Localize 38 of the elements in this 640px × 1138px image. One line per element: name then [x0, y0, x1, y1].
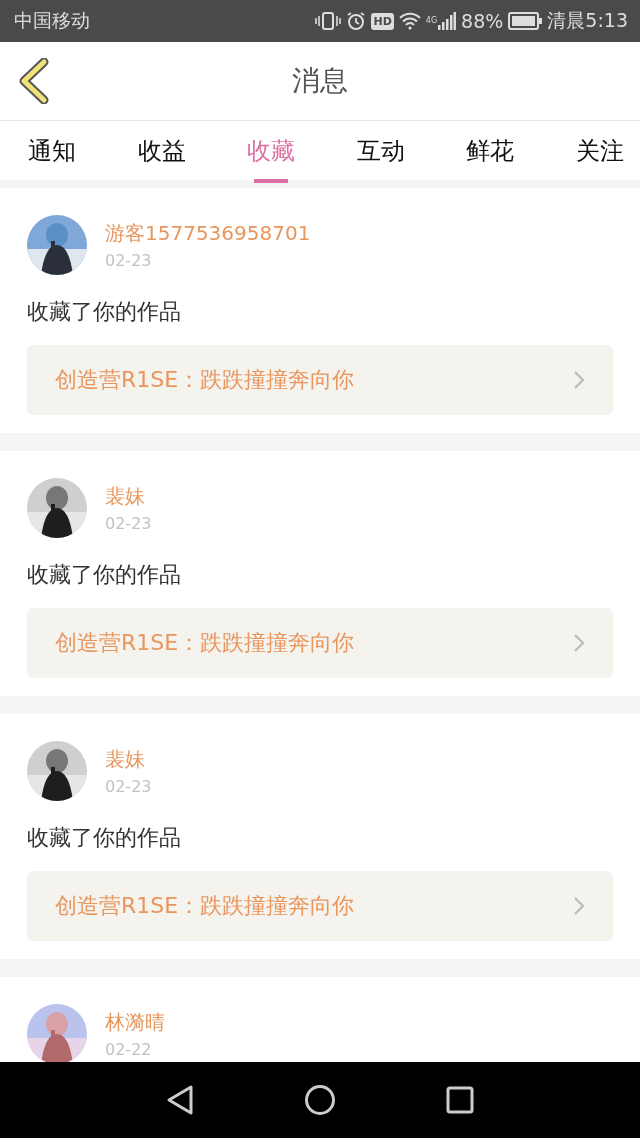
alarm-icon: [346, 11, 367, 31]
battery-icon: [508, 12, 543, 30]
message-text: 收藏了你的作品: [27, 561, 182, 589]
battery-percent: 88%: [461, 10, 504, 32]
tab[interactable]: 收益: [133, 124, 190, 183]
chevron-icon: [573, 633, 585, 653]
tab[interactable]: 收藏: [243, 124, 300, 183]
tab[interactable]: 通知: [24, 124, 80, 183]
clock-time: 清晨5:13: [547, 8, 628, 33]
work-link[interactable]: 创造营R1SE：跌跌撞撞奔向你: [27, 345, 613, 415]
user-name[interactable]: 裴妹: [105, 746, 152, 773]
carrier-name: 中国移动: [14, 8, 90, 33]
date: 02-22: [105, 1040, 153, 1059]
user-name[interactable]: 林漪晴: [105, 1009, 165, 1036]
hd-badge: HD: [371, 12, 394, 30]
message-text: 收藏了你的作品: [27, 824, 182, 852]
message-text: 收藏了你的作品: [27, 298, 182, 326]
date: 02-23: [105, 514, 152, 533]
date: 02-23: [105, 777, 152, 796]
back-icon[interactable]: [18, 58, 50, 104]
vibrate-icon: [315, 11, 342, 31]
recents-icon[interactable]: [446, 1086, 474, 1114]
wifi-icon: [398, 12, 421, 30]
chevron-icon: [573, 370, 585, 390]
date: 02-23: [105, 251, 153, 270]
work-link[interactable]: 创造营R1SE：跌跌撞撞奔向你: [27, 608, 613, 678]
network-type: 4G: [425, 16, 438, 25]
work-link[interactable]: 创造营R1SE：跌跌撞撞奔向你: [27, 871, 613, 941]
back-nav-icon[interactable]: [166, 1084, 194, 1116]
signal-icon: [438, 12, 457, 30]
page-title: 消息: [292, 63, 348, 99]
tab[interactable]: 互动: [352, 124, 409, 183]
user-name[interactable]: 游客1577536958701: [105, 220, 311, 247]
tab[interactable]: 关注: [571, 124, 628, 183]
tab[interactable]: 鲜花: [462, 124, 519, 183]
home-icon[interactable]: [304, 1084, 336, 1116]
chevron-icon: [573, 896, 585, 916]
user-name[interactable]: 裴妹: [105, 483, 152, 510]
